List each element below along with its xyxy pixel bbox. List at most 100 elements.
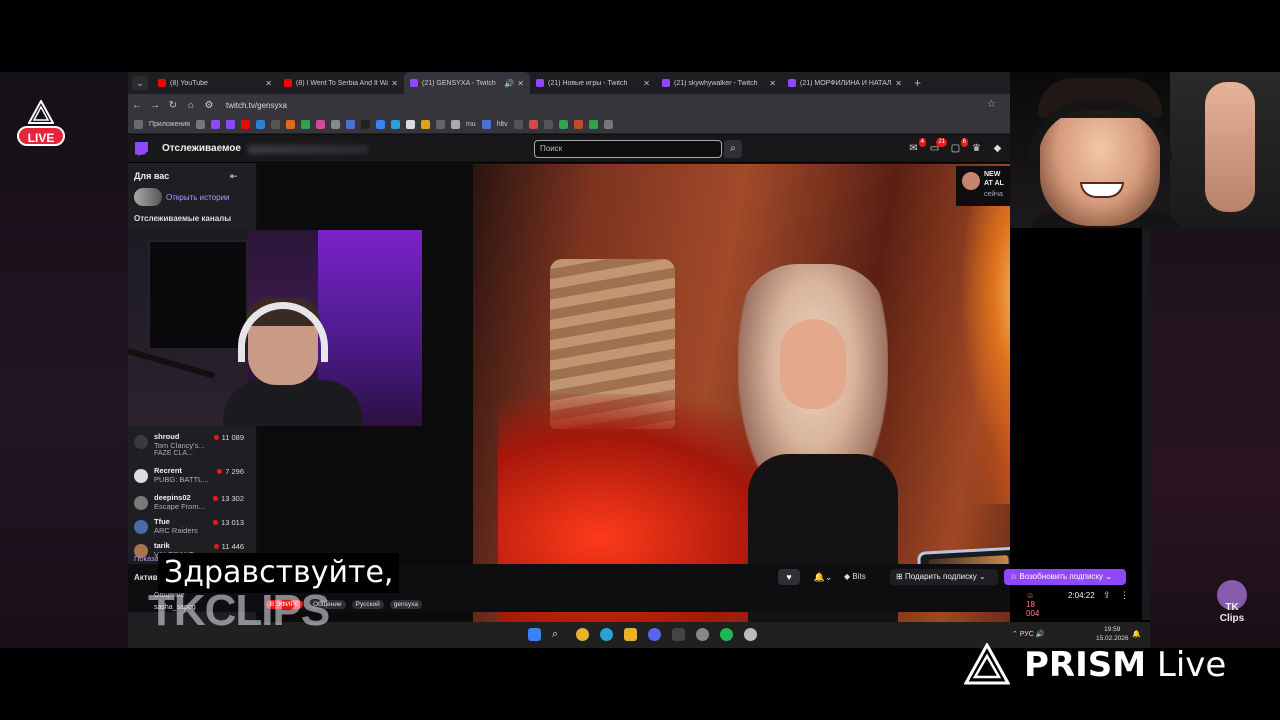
- bookmark-icon[interactable]: [543, 120, 553, 129]
- reload-icon[interactable]: ↻: [164, 100, 182, 111]
- url-field[interactable]: twitch.tv/gensyxa: [226, 101, 287, 110]
- close-icon[interactable]: ✕: [766, 79, 776, 88]
- collapse-icon[interactable]: ⇤: [230, 171, 238, 182]
- site-info-icon[interactable]: ⚙: [200, 100, 218, 111]
- notification-bell-icon[interactable]: 🔔: [1132, 630, 1141, 638]
- close-icon[interactable]: ✕: [892, 79, 902, 88]
- whispers-icon[interactable]: ▢ 6: [950, 138, 968, 154]
- close-icon[interactable]: ✕: [640, 79, 650, 88]
- stream-frame: LIVE ⌄ (8) YouTube ✕ (8) I Went To Serbi…: [0, 0, 1280, 720]
- forward-icon[interactable]: →: [146, 100, 164, 111]
- app-icon[interactable]: [744, 628, 757, 641]
- volume-icon[interactable]: 🔊: [1036, 631, 1045, 638]
- alerts-icon[interactable]: ▭ 21: [929, 138, 947, 154]
- close-icon[interactable]: ✕: [262, 79, 272, 88]
- home-icon[interactable]: ⌂: [182, 100, 200, 111]
- search-input[interactable]: Поиск: [534, 140, 722, 158]
- bookmark-icon[interactable]: [345, 120, 355, 129]
- bookmark-icon[interactable]: [390, 120, 400, 129]
- bookmark-icon[interactable]: [528, 120, 538, 129]
- tab-gensyxa[interactable]: (21) GENSYXA - Twitch 🔊 ✕: [404, 72, 530, 94]
- bookmark-icon[interactable]: [360, 120, 370, 129]
- youtube-bookmark-icon[interactable]: [240, 120, 250, 129]
- bookmark-icon[interactable]: [435, 120, 445, 129]
- folder-icon[interactable]: [450, 120, 460, 129]
- bookmark-icon[interactable]: [558, 120, 568, 129]
- windows-start-icon[interactable]: [528, 628, 541, 641]
- bookmark-icon[interactable]: [405, 120, 415, 129]
- chrome-icon[interactable]: [576, 628, 589, 641]
- sidebar-channel[interactable]: deepins02 Escape From... 13 302: [134, 493, 244, 515]
- close-icon[interactable]: ✕: [514, 79, 524, 88]
- bookmark-icon[interactable]: [573, 120, 583, 129]
- bookmark-apps[interactable]: Приложения: [149, 121, 190, 128]
- channel-card[interactable]: NEW AT AL сейча: [956, 166, 1010, 206]
- tab-youtube-video[interactable]: (8) I Went To Serbia And It Wa ✕: [278, 72, 404, 94]
- gift-icon: ⊞: [896, 572, 905, 581]
- bits-button[interactable]: ◆ Bits: [844, 569, 884, 585]
- bookmark-icon[interactable]: [513, 120, 523, 129]
- app-icon[interactable]: [672, 628, 685, 641]
- avatar: [134, 469, 148, 483]
- app-icon[interactable]: [696, 628, 709, 641]
- folder-icon[interactable]: [624, 628, 637, 641]
- bookmark-hltv[interactable]: hltv: [497, 121, 508, 128]
- bookmark-icon[interactable]: [300, 120, 310, 129]
- sidebar-channel[interactable]: Recrent PUBG: BATTL... 7 296: [134, 466, 244, 488]
- tab-new-games[interactable]: (21) Новые игры - Twitch ✕: [530, 72, 656, 94]
- bookmark-icon[interactable]: [285, 120, 295, 129]
- apps-icon[interactable]: [134, 120, 143, 129]
- bookmark-icon[interactable]: [481, 120, 491, 129]
- discord-icon[interactable]: [648, 628, 661, 641]
- tab-search-icon[interactable]: ⌄: [132, 76, 148, 90]
- search-icon[interactable]: ⌕: [724, 140, 742, 158]
- share-icon[interactable]: ⇪: [1103, 590, 1111, 601]
- gift-sub-button[interactable]: ⊞ Подарить подписку ⌄: [890, 569, 998, 585]
- bookmark-folder[interactable]: mu: [466, 121, 476, 128]
- open-history-button[interactable]: Открыть истории: [134, 188, 230, 206]
- speaker-icon[interactable]: 🔊: [500, 79, 514, 88]
- grid-icon[interactable]: [195, 120, 205, 129]
- resubscribe-button[interactable]: ☆ Возобновить подписку ⌄: [1004, 569, 1126, 585]
- telegram-icon[interactable]: [600, 628, 613, 641]
- follow-heart-button[interactable]: ♥: [778, 569, 800, 585]
- search-icon[interactable]: ⌕: [552, 628, 565, 641]
- twitch-bookmark-icon[interactable]: [225, 120, 235, 129]
- bookmark-star-icon[interactable]: ☆: [987, 99, 996, 110]
- bookmark-icon[interactable]: [603, 120, 613, 129]
- bookmark-icon[interactable]: [270, 120, 280, 129]
- tab-skywhywalker[interactable]: (21) skywhywalker - Twitch ✕: [656, 72, 782, 94]
- language-tag[interactable]: Русский: [351, 600, 384, 609]
- tab-morfilina[interactable]: (21) МОРФИЛИНА И НАТАЛЬ ✕: [782, 72, 908, 94]
- bookmark-icon[interactable]: [255, 120, 265, 129]
- bits-icon[interactable]: ◆: [992, 143, 1003, 154]
- bookmarks-bar: Приложения mu hltv: [128, 116, 1010, 134]
- close-icon[interactable]: ✕: [388, 79, 398, 88]
- prime-icon[interactable]: ♛: [971, 143, 982, 154]
- nav-followed-link[interactable]: Отслеживаемое: [162, 143, 241, 154]
- bookmark-icon[interactable]: [420, 120, 430, 129]
- twitch-bookmark-icon[interactable]: [210, 120, 220, 129]
- more-options-icon[interactable]: ⋮: [1120, 590, 1129, 601]
- tab-youtube[interactable]: (8) YouTube ✕: [152, 72, 278, 94]
- channel-game: Escape From...: [154, 502, 205, 511]
- clock[interactable]: 19:59 15.02.2026: [1096, 625, 1129, 643]
- spotify-icon[interactable]: [720, 628, 733, 641]
- language-indicator[interactable]: РУС: [1020, 631, 1034, 638]
- sidebar-channel[interactable]: shroud Tom Clancy's... 11 089 FAZE CLA..…: [134, 432, 244, 457]
- bookmark-icon[interactable]: [375, 120, 385, 129]
- chevron-up-icon[interactable]: ⌃: [1012, 631, 1020, 638]
- notification-badge: 4: [918, 138, 926, 147]
- inbox-icon[interactable]: ✉ 4: [908, 138, 926, 154]
- bookmark-icon[interactable]: [588, 120, 598, 129]
- notifications-bell-button[interactable]: 🔔⌄: [808, 569, 838, 585]
- bookmark-icon[interactable]: [315, 120, 325, 129]
- live-badge: LIVE: [17, 126, 65, 146]
- twitch-logo-icon[interactable]: [135, 142, 148, 156]
- new-tab-button[interactable]: +: [914, 76, 921, 90]
- sidebar-channel[interactable]: Tfue ARC Raiders 13 013: [134, 517, 244, 539]
- name-tag[interactable]: gensyxa: [389, 600, 422, 609]
- back-icon[interactable]: ←: [128, 100, 146, 111]
- page-scrollbar[interactable]: [1142, 228, 1150, 620]
- bookmark-icon[interactable]: [330, 120, 340, 129]
